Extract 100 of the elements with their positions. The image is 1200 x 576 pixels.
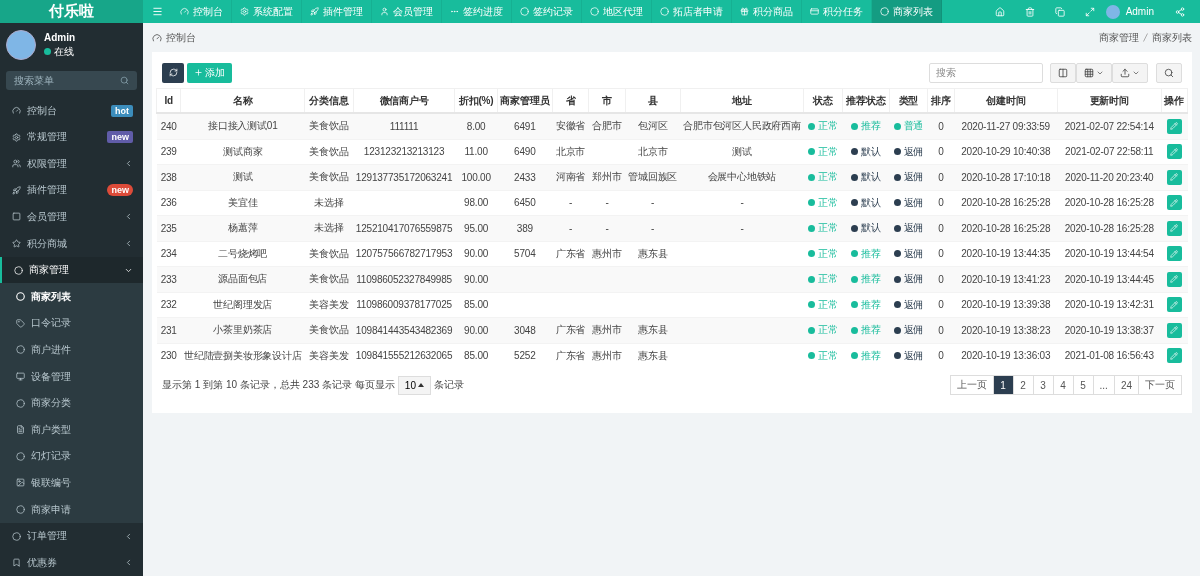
page-button[interactable]: ...: [1092, 375, 1115, 395]
table-cell: 125210417076559875: [355, 222, 453, 234]
table-cell: 2020-10-28 16:25:28: [961, 222, 1051, 234]
edit-button[interactable]: [1166, 297, 1182, 313]
table-cell: 231: [160, 324, 177, 336]
edit-button[interactable]: [1166, 220, 1182, 236]
edit-button[interactable]: [1166, 322, 1182, 338]
table-cell: 源品面包店: [218, 273, 268, 285]
recommend-label: 推荐: [850, 119, 881, 134]
sidebar-item[interactable]: 常规管理 new: [0, 123, 143, 151]
edit-button[interactable]: [1166, 169, 1182, 185]
status-label: 正常: [808, 170, 838, 185]
status-label: 正常: [808, 144, 838, 159]
pencil-icon: [1170, 249, 1179, 258]
sidebar-item[interactable]: 插件管理 new: [0, 177, 143, 204]
search-button[interactable]: [1156, 62, 1182, 83]
table-cell: 2020-10-19 13:44:45: [1064, 273, 1154, 285]
sidebar-subitem[interactable]: 商户类型: [0, 416, 143, 444]
sidebar-item[interactable]: 积分商城: [0, 230, 143, 257]
type-label: 返佣: [893, 297, 924, 312]
breadcrumb-link[interactable]: 商家管理: [1099, 30, 1139, 45]
dashboard-icon: [152, 32, 162, 43]
page-button[interactable]: 2: [1012, 375, 1034, 395]
page-button[interactable]: 24: [1113, 375, 1139, 395]
table-cell: 233: [160, 273, 177, 285]
chevron-icon: [124, 558, 133, 568]
table-cell: 0: [938, 273, 944, 285]
sidebar-item[interactable]: 会员管理: [0, 203, 143, 231]
table-cell: 惠东县: [637, 247, 668, 259]
edit-button[interactable]: [1166, 195, 1182, 211]
chevron-icon: [124, 531, 133, 541]
status-label: 正常: [808, 246, 838, 261]
page-button[interactable]: 5: [1072, 375, 1094, 395]
edit-button[interactable]: [1166, 144, 1182, 160]
table-cell: 未选择: [314, 222, 344, 234]
records-suffix: 条记录: [433, 378, 464, 392]
table-cell: 2020-10-28 16:25:28: [1064, 222, 1154, 234]
pencil-icon: [1170, 147, 1179, 156]
sidebar-subitem[interactable]: 商户进件: [0, 336, 143, 364]
table-cell: 美宜佳: [228, 196, 258, 208]
table-cell: 123123213213123: [363, 146, 445, 158]
sidebar-item[interactable]: 商家管理: [0, 256, 143, 284]
circle-icon: [16, 292, 25, 302]
table-cell: 惠东县: [637, 324, 668, 336]
breadcrumb-link[interactable]: 商家列表: [1152, 30, 1192, 45]
page-size-select[interactable]: 10: [397, 375, 431, 395]
table-cell: 2020-10-19 13:38:23: [961, 324, 1051, 336]
grid-dropdown-button[interactable]: [1076, 62, 1112, 83]
page-button[interactable]: 下一页: [1138, 375, 1182, 395]
pencil-icon: [1170, 122, 1179, 131]
table-cell: 郑州市: [592, 171, 622, 183]
sidebar-subitem[interactable]: 口令记录: [0, 310, 143, 337]
chevron-icon: [124, 212, 133, 222]
edit-button[interactable]: [1166, 271, 1182, 287]
sidebar-subitem[interactable]: 银联编号: [0, 469, 143, 497]
sidebar-item[interactable]: 权限管理: [0, 150, 143, 178]
card-icon: [810, 7, 819, 16]
table-cell: 6490: [514, 146, 536, 158]
pencil-icon: [1170, 300, 1179, 309]
sidebar-item[interactable]: 订单管理: [0, 522, 143, 550]
table-cell: 120757566782717953: [355, 248, 453, 260]
table-cell: 世纪阁理发店: [213, 298, 273, 310]
page-button[interactable]: 3: [1032, 375, 1054, 395]
sidebar-subitem[interactable]: 商家申请: [0, 496, 143, 523]
dashboard-icon: [12, 106, 21, 116]
type-label: 返佣: [893, 246, 924, 261]
menu-badge: new: [107, 184, 133, 197]
table-cell: 3048: [514, 324, 536, 336]
sidebar-subitem[interactable]: 幻灯记录: [0, 443, 143, 470]
sidebar-subitem[interactable]: 商家分类: [0, 389, 143, 417]
sidebar-item[interactable]: 优惠券: [0, 549, 143, 576]
edit-button[interactable]: [1166, 118, 1182, 134]
table-cell: 美食饮品: [309, 171, 349, 183]
sidebar-subitem[interactable]: 商家列表: [0, 283, 143, 311]
table-cell: 广东省: [555, 349, 586, 361]
menu-search-box[interactable]: 搜索菜单: [6, 71, 137, 91]
refresh-button[interactable]: [162, 62, 184, 83]
search-field[interactable]: 搜索: [929, 62, 1043, 83]
edit-button[interactable]: [1166, 348, 1182, 364]
recommend-label: 推荐: [850, 297, 881, 312]
table-cell: 109841555212632065: [355, 350, 453, 362]
table-cell: 230: [160, 350, 177, 362]
page-button[interactable]: 4: [1052, 375, 1074, 395]
menu-search-field[interactable]: 搜索菜单: [14, 75, 114, 87]
sidebar-subitem[interactable]: 设备管理: [0, 363, 143, 390]
table-cell: 90.00: [464, 273, 489, 285]
status-label: 正常: [808, 119, 838, 134]
breadcrumb-link[interactable]: 控制台: [166, 30, 196, 45]
status-label: 正常: [808, 297, 838, 312]
sidebar-item[interactable]: 控制台 hot: [0, 97, 143, 124]
online-status: 在线: [44, 44, 76, 59]
export-dropdown-button[interactable]: [1112, 62, 1148, 83]
table-cell: 8.00: [466, 120, 486, 132]
columns-toggle-button[interactable]: [1050, 62, 1076, 83]
page-button[interactable]: 1: [992, 375, 1014, 395]
edit-button[interactable]: [1166, 246, 1182, 262]
pencil-icon: [1170, 351, 1179, 360]
search-icon[interactable]: [120, 76, 129, 86]
page-button[interactable]: 上一页: [949, 375, 994, 395]
table-cell: -: [568, 222, 573, 234]
